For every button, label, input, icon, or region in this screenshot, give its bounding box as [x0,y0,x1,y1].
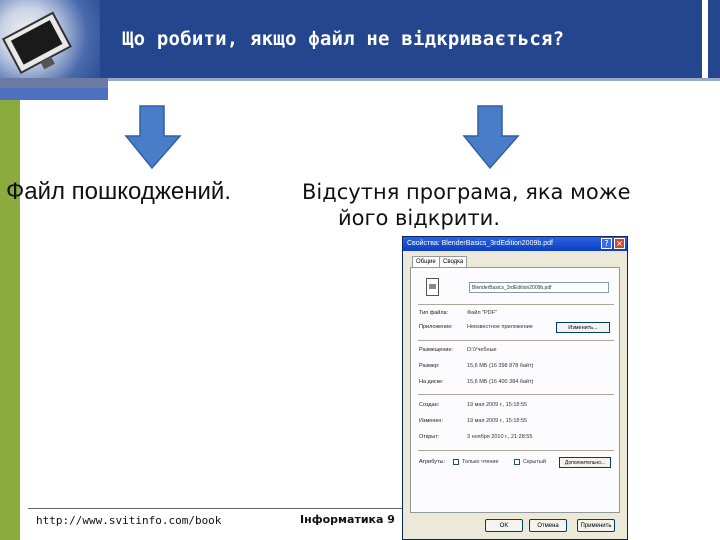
header-stripe-blue [708,0,720,78]
modified-value: 19 мая 2009 г., 15:18:55 [467,418,528,424]
app-label: Приложение: [419,324,453,330]
app-value: Неизвестное приложение [467,324,533,330]
type-value: Файл "PDF" [467,310,497,316]
missing-program-text-line1: Відсутня програма, яка може [302,180,631,204]
created-label: Создан: [419,402,440,408]
cancel-button[interactable]: Отмена [529,519,567,532]
file-name-field[interactable]: BlenderBasics_3rdEdition2009b.pdf [469,282,609,293]
monitor-icon [1,11,72,75]
sidebar-bar [0,100,20,540]
divider [418,340,614,341]
attributes-label: Атрибуты: [419,459,445,465]
footer-divider [28,508,408,509]
disk-size-label: На диске: [419,379,444,385]
header-underline [108,78,720,81]
divider [418,450,614,451]
dialog-title: Свойства: BlenderBasics_3rdEdition2009b.… [403,237,627,251]
readonly-label: Только чтение [462,459,499,465]
footer-url[interactable]: http://www.svitinfo.com/book [36,514,221,527]
size-value: 15,6 МБ (16 398 878 байт) [467,363,534,369]
hidden-label: Скрытый [523,459,546,465]
opened-value: 3 ноября 2010 г., 21:28:55 [467,434,533,440]
general-panel: BlenderBasics_3rdEdition2009b.pdf Тип фа… [410,267,620,513]
size-label: Размер: [419,363,440,369]
arrow-down-icon-left [124,105,182,170]
damaged-file-text: Файл пошкоджений. [6,178,231,205]
location-label: Размещение: [419,347,454,353]
file-properties-dialog: Свойства: BlenderBasics_3rdEdition2009b.… [402,236,628,540]
location-value: D:\Учебные [467,347,497,353]
advanced-button[interactable]: Дополнительно... [559,457,611,468]
divider [418,304,614,305]
missing-program-text-line2: його відкрити. [338,206,501,230]
apply-button[interactable]: Применить [577,519,615,532]
arrow-down-icon-right [462,105,520,170]
change-button[interactable]: Изменить... [556,322,610,333]
footer-subject: Інформатика 9 [300,513,395,526]
readonly-checkbox[interactable] [453,459,459,465]
header-accent-2 [0,88,108,100]
type-label: Тип файла: [419,310,449,316]
divider [418,394,614,395]
created-value: 19 мая 2009 г., 15:18:55 [467,402,528,408]
help-button[interactable]: ? [601,238,612,249]
close-button[interactable]: × [614,238,625,249]
disk-size-value: 15,6 МБ (16 400 384 байт) [467,379,534,385]
page-title: Що робити, якщо файл не відкривається? [122,28,565,50]
pdf-file-icon [426,278,439,296]
header-logo [0,0,108,90]
hidden-checkbox[interactable] [514,459,520,465]
opened-label: Открыт: [419,434,440,440]
modified-label: Изменен: [419,418,443,424]
ok-button[interactable]: OK [485,519,523,532]
